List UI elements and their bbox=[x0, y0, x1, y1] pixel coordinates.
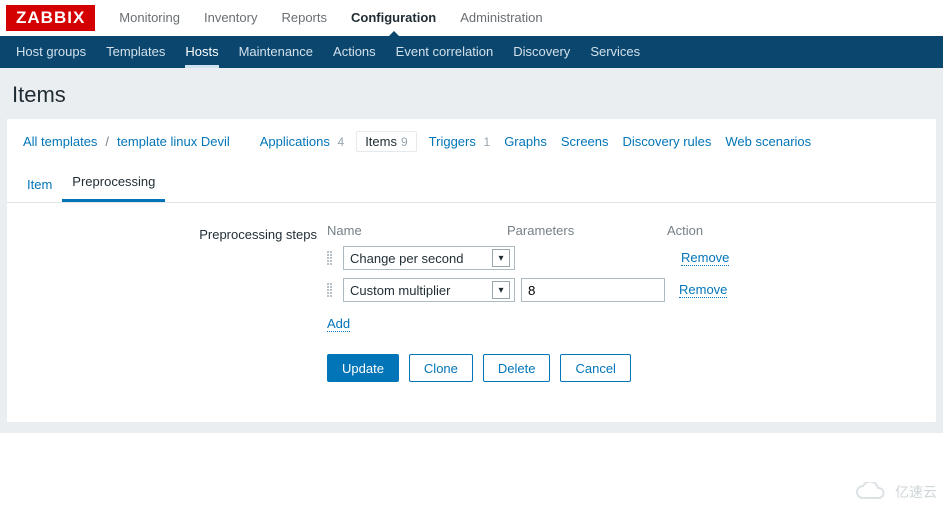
topnav-administration[interactable]: Administration bbox=[448, 0, 554, 36]
drag-handle-icon[interactable] bbox=[327, 283, 339, 297]
update-button[interactable]: Update bbox=[327, 354, 399, 382]
chevron-down-icon: ▾ bbox=[492, 249, 510, 267]
subnav-event-correlation[interactable]: Event correlation bbox=[386, 36, 504, 68]
step1-remove-link[interactable]: Remove bbox=[681, 250, 729, 266]
bc-items-count: 9 bbox=[401, 135, 408, 149]
bc-triggers-count: 1 bbox=[484, 135, 491, 149]
top-navbar: ZABBIX Monitoring Inventory Reports Conf… bbox=[0, 0, 943, 36]
bc-graphs[interactable]: Graphs bbox=[498, 134, 553, 149]
bc-triggers[interactable]: Triggers 1 bbox=[423, 134, 497, 149]
step2-name-select[interactable]: Custom multiplier ▾ bbox=[343, 278, 515, 302]
content-area: All templates / template linux Devil App… bbox=[0, 118, 943, 433]
tab-preprocessing[interactable]: Preprocessing bbox=[62, 164, 165, 202]
delete-button[interactable]: Delete bbox=[483, 354, 551, 382]
subnav-actions[interactable]: Actions bbox=[323, 36, 386, 68]
sub-navbar: Host groups Templates Hosts Maintenance … bbox=[0, 36, 943, 68]
topnav-monitoring[interactable]: Monitoring bbox=[107, 0, 192, 36]
tabstrip: Item Preprocessing bbox=[7, 164, 936, 203]
panel: All templates / template linux Devil App… bbox=[6, 118, 937, 423]
cancel-button[interactable]: Cancel bbox=[560, 354, 630, 382]
topnav-configuration[interactable]: Configuration bbox=[339, 0, 448, 36]
add-step-link[interactable]: Add bbox=[327, 316, 350, 332]
bc-screens[interactable]: Screens bbox=[555, 134, 615, 149]
subnav-services[interactable]: Services bbox=[580, 36, 650, 68]
tab-item[interactable]: Item bbox=[17, 167, 62, 202]
step2-remove-link[interactable]: Remove bbox=[679, 282, 727, 298]
bc-web-scenarios[interactable]: Web scenarios bbox=[719, 134, 817, 149]
bc-items-label: Items bbox=[365, 134, 397, 149]
bc-items[interactable]: Items 9 bbox=[356, 131, 416, 152]
bc-discovery[interactable]: Discovery rules bbox=[617, 134, 718, 149]
label-preprocessing-steps: Preprocessing steps bbox=[27, 223, 327, 242]
button-row: Update Clone Delete Cancel bbox=[327, 354, 916, 382]
topnav-reports[interactable]: Reports bbox=[269, 0, 339, 36]
drag-handle-icon[interactable] bbox=[327, 251, 339, 265]
clone-button[interactable]: Clone bbox=[409, 354, 473, 382]
topnav-inventory[interactable]: Inventory bbox=[192, 0, 269, 36]
step1-name-value: Change per second bbox=[350, 251, 463, 266]
step2-param-input[interactable] bbox=[521, 278, 665, 302]
subnav-host-groups[interactable]: Host groups bbox=[6, 36, 96, 68]
bc-applications-count: 4 bbox=[338, 135, 345, 149]
step2-name-value: Custom multiplier bbox=[350, 283, 450, 298]
bc-triggers-label: Triggers bbox=[429, 134, 476, 149]
cloud-icon bbox=[853, 482, 889, 502]
form: Preprocessing steps Name Parameters Acti… bbox=[7, 203, 936, 422]
step-row-1: Change per second ▾ Remove bbox=[327, 246, 916, 270]
columns-header: Name Parameters Action bbox=[327, 223, 916, 238]
watermark-text: 亿速云 bbox=[895, 482, 937, 502]
breadcrumb: All templates / template linux Devil App… bbox=[7, 119, 936, 164]
bc-applications-label: Applications bbox=[260, 134, 330, 149]
subnav-discovery[interactable]: Discovery bbox=[503, 36, 580, 68]
col-params: Parameters bbox=[507, 223, 667, 238]
chevron-down-icon: ▾ bbox=[492, 281, 510, 299]
col-action: Action bbox=[667, 223, 767, 238]
bc-template-name[interactable]: template linux Devil bbox=[111, 134, 236, 149]
bc-all-templates[interactable]: All templates bbox=[17, 134, 103, 149]
step-row-2: Custom multiplier ▾ Remove bbox=[327, 278, 916, 302]
col-name: Name bbox=[327, 223, 507, 238]
subnav-hosts[interactable]: Hosts bbox=[175, 36, 228, 68]
subnav-templates[interactable]: Templates bbox=[96, 36, 175, 68]
page-title: Items bbox=[0, 68, 943, 118]
subnav-maintenance[interactable]: Maintenance bbox=[229, 36, 323, 68]
step1-name-select[interactable]: Change per second ▾ bbox=[343, 246, 515, 270]
bc-sep: / bbox=[105, 134, 109, 149]
watermark: 亿速云 bbox=[853, 482, 937, 502]
bc-applications[interactable]: Applications 4 bbox=[254, 134, 350, 149]
logo: ZABBIX bbox=[6, 5, 95, 31]
